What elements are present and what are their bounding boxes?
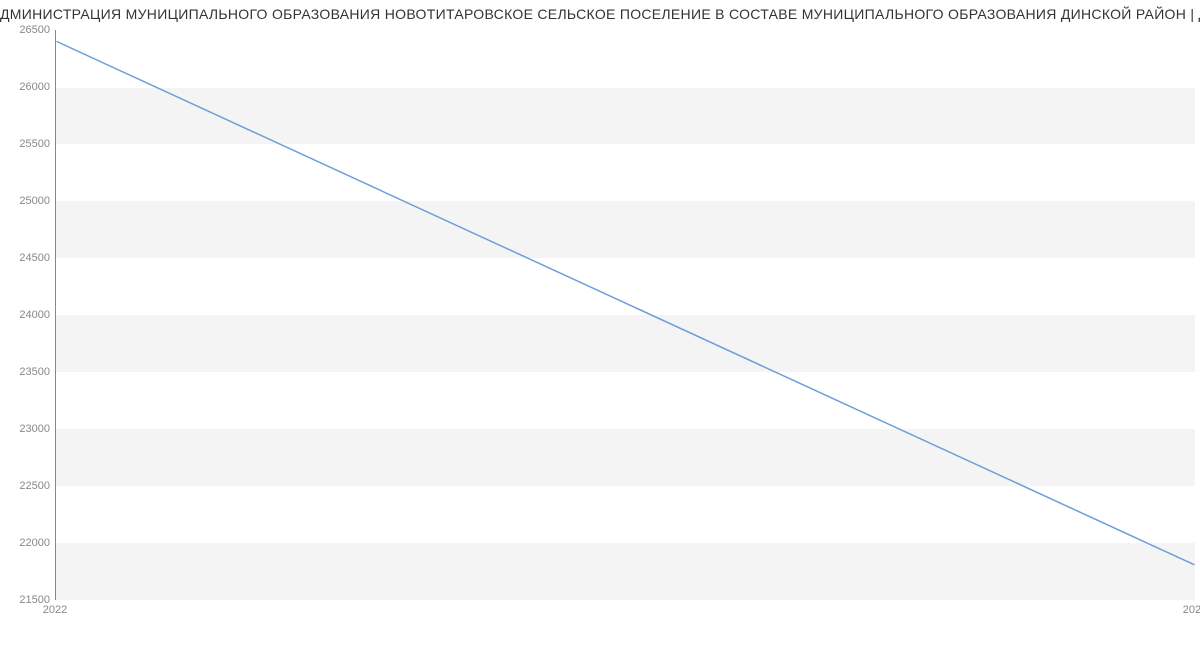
chart-title: ДМИНИСТРАЦИЯ МУНИЦИПАЛЬНОГО ОБРАЗОВАНИЯ …: [0, 6, 1200, 22]
x-tick-label: 2024: [1183, 604, 1200, 616]
y-tick-label: 24500: [5, 252, 50, 264]
y-tick-label: 23000: [5, 423, 50, 435]
y-tick-label: 26500: [5, 24, 50, 36]
y-tick-label: 25000: [5, 195, 50, 207]
line-layer: [56, 30, 1195, 599]
x-tick-label: 2022: [43, 604, 67, 616]
y-tick-label: 22500: [5, 480, 50, 492]
plot-area: [55, 30, 1195, 600]
grid-line: [56, 600, 1195, 601]
series-line: [57, 41, 1195, 564]
y-tick-label: 26000: [5, 81, 50, 93]
y-tick-label: 24000: [5, 309, 50, 321]
chart-container: ДМИНИСТРАЦИЯ МУНИЦИПАЛЬНОГО ОБРАЗОВАНИЯ …: [0, 0, 1200, 650]
y-tick-label: 22000: [5, 537, 50, 549]
y-tick-label: 25500: [5, 138, 50, 150]
y-tick-label: 23500: [5, 366, 50, 378]
